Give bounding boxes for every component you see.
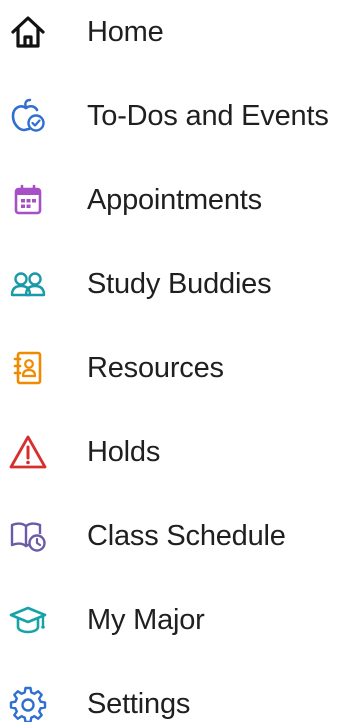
apple-check-icon [8, 96, 48, 136]
nav-label-study-buddies: Study Buddies [87, 268, 272, 300]
nav-label-my-major: My Major [87, 604, 205, 636]
nav-label-resources: Resources [87, 352, 224, 384]
calendar-icon [8, 180, 48, 220]
nav-item-resources[interactable]: Resources [0, 336, 349, 400]
graduation-cap-icon [8, 600, 48, 640]
warning-icon [8, 432, 48, 472]
nav-item-holds[interactable]: Holds [0, 420, 349, 484]
sidebar-nav: Home To-Dos and Events Appointments Stud… [0, 0, 349, 722]
address-book-icon [8, 348, 48, 388]
gear-icon [8, 684, 48, 722]
nav-label-settings: Settings [87, 688, 191, 720]
nav-item-my-major[interactable]: My Major [0, 588, 349, 652]
nav-label-to-dos-and-events: To-Dos and Events [87, 100, 329, 132]
nav-label-appointments: Appointments [87, 184, 262, 216]
nav-label-holds: Holds [87, 436, 161, 468]
nav-item-study-buddies[interactable]: Study Buddies [0, 252, 349, 316]
people-icon [8, 264, 48, 304]
nav-label-class-schedule: Class Schedule [87, 520, 286, 552]
home-icon [8, 12, 48, 52]
book-clock-icon [8, 516, 48, 556]
nav-item-appointments[interactable]: Appointments [0, 168, 349, 232]
nav-item-class-schedule[interactable]: Class Schedule [0, 504, 349, 568]
nav-item-settings[interactable]: Settings [0, 672, 349, 722]
nav-item-to-dos-and-events[interactable]: To-Dos and Events [0, 84, 349, 148]
nav-item-home[interactable]: Home [0, 0, 349, 64]
nav-label-home: Home [87, 16, 164, 48]
